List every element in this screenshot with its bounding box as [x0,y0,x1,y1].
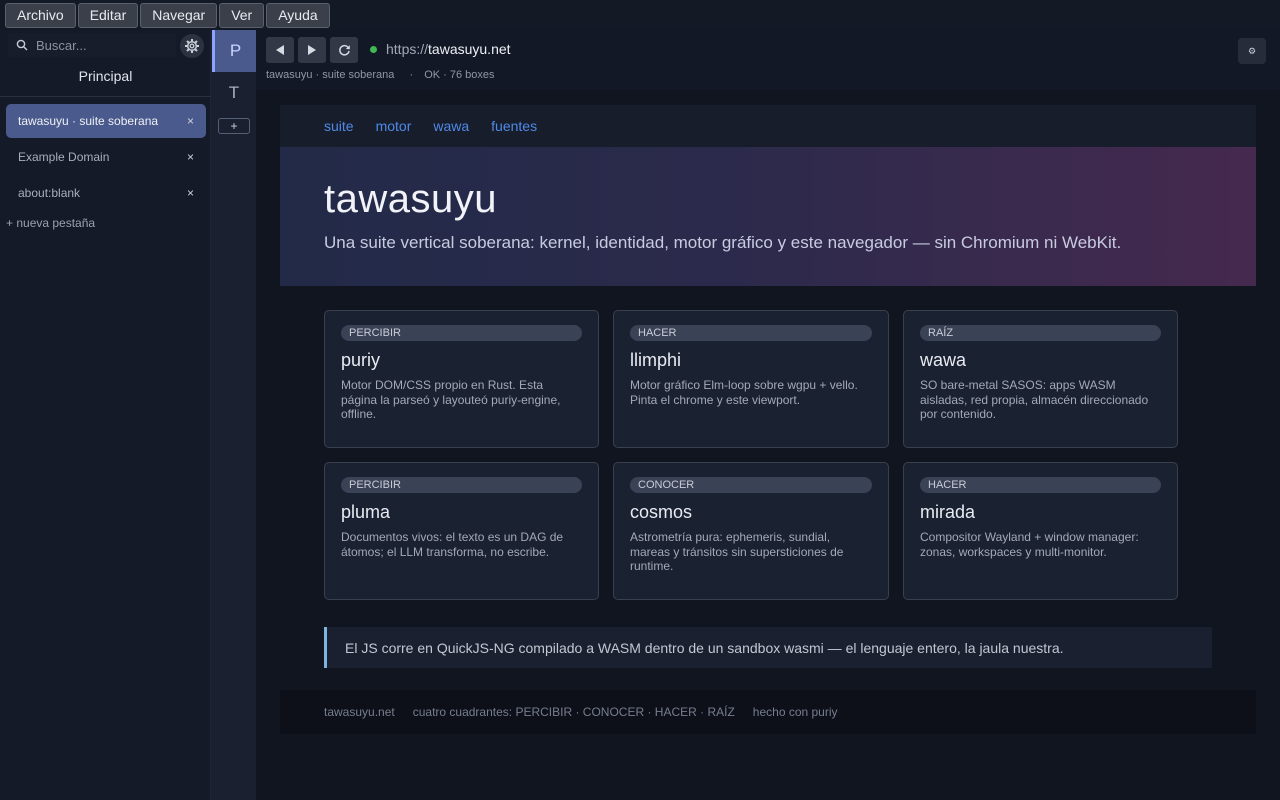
card-description: Compositor Wayland + window manager: zon… [920,530,1139,559]
card-pluma: PERCIBIR pluma Documentos vivos: el text… [324,462,599,600]
close-icon[interactable]: × [187,114,194,128]
sidebar-tab-example-domain[interactable]: Example Domain × [6,140,206,174]
search-row [8,32,204,58]
nav-link-wawa[interactable]: wawa [433,118,469,134]
back-arrow-icon [276,45,284,55]
tab-label: tawasuyu · suite soberana [18,114,159,128]
status-line: tawasuyu · suite soberana · OK · 76 boxe… [266,69,501,81]
card-title: wawa [920,350,967,370]
tab-label: Example Domain [18,150,110,164]
sidebar: Principal tawasuyu · suite soberana × Ex… [0,30,211,800]
web-page: suite motor wawa fuentes tawasuyu Una su… [280,105,1256,734]
hero-banner: tawasuyu Una suite vertical soberana: ke… [280,147,1256,286]
footer-quadrants: cuatro cuadrantes: PERCIBIR · CONOCER · … [412,705,735,719]
status-info: OK · 76 boxes [424,69,495,81]
card-cosmos: CONOCER cosmos Astrometría pura: ephemer… [613,462,889,600]
card-description: Astrometría pura: ephemeris, sundial, ma… [630,530,844,573]
card-tag: HACER [630,325,872,341]
card-tag: HACER [920,477,1161,493]
footer-site: tawasuyu.net [324,705,395,719]
url-host: tawasuyu.net [428,41,511,57]
search-box[interactable] [8,33,176,57]
reload-button[interactable] [330,37,358,63]
hero-title: tawasuyu [324,177,497,221]
sidebar-title: Principal [78,68,133,84]
extensions-button[interactable]: ⚙ [1238,38,1266,64]
card-llimphi: HACER llimphi Motor gráfico Elm-loop sob… [613,310,889,448]
sidebar-divider [0,96,211,97]
gear-icon [185,39,199,53]
card-title: mirada [920,502,976,522]
site-nav: suite motor wawa fuentes [280,105,1256,147]
card-mirada: HACER mirada Compositor Wayland + window… [903,462,1178,600]
quote-callout: El JS corre en QuickJS-NG compilado a WA… [324,627,1212,668]
hero-subtitle: Una suite vertical soberana: kernel, ide… [324,233,1122,252]
card-description: SO bare-metal SASOS: apps WASM aisladas,… [920,378,1149,421]
card-description: Documentos vivos: el texto es un DAG de … [341,530,564,559]
forward-button[interactable] [298,37,326,63]
menu-ayuda[interactable]: Ayuda [266,2,330,28]
menu-archivo[interactable]: Archivo [5,2,76,28]
page-footer: tawasuyu.net cuatro cuadrantes: PERCIBIR… [280,690,1256,734]
settings-button[interactable] [180,34,204,58]
card-tag: PERCIBIR [341,325,582,341]
tab-label: about:blank [18,186,81,200]
menu-editar[interactable]: Editar [77,2,139,28]
forward-arrow-icon [308,45,316,55]
rail-add-button[interactable]: + [218,118,250,134]
menubar: Archivo Editar Navegar Ver Ayuda [0,0,1280,30]
nav-link-fuentes[interactable]: fuentes [491,118,537,134]
menu-navegar[interactable]: Navegar [140,2,218,28]
sidebar-tab-about-blank[interactable]: about:blank × [6,176,206,210]
web-viewport: suite motor wawa fuentes tawasuyu Una su… [256,90,1280,800]
new-tab-link[interactable]: + nueva pestaña [6,216,95,230]
nav-link-suite[interactable]: suite [324,118,354,134]
close-icon[interactable]: × [187,186,194,200]
status-title: tawasuyu · suite soberana [266,69,395,81]
gear-icon: ⚙ [1247,45,1257,56]
card-title: puriy [341,350,381,370]
rail-button-p[interactable]: P [212,30,256,72]
footer-made-with: hecho con puriy [752,705,838,719]
search-icon [16,39,28,51]
rail-button-t[interactable]: T [212,72,256,114]
card-description: Motor DOM/CSS propio en Rust. Esta págin… [341,378,561,421]
close-icon[interactable]: × [187,150,194,164]
card-tag: PERCIBIR [341,477,582,493]
card-description: Motor gráfico Elm-loop sobre wgpu + vell… [630,378,858,407]
card-title: llimphi [630,350,682,370]
mode-rail: P T + [211,30,256,800]
url-scheme: https:// [386,41,429,57]
card-title: cosmos [630,502,693,522]
url-bar[interactable]: https://tawasuyu.net [386,41,511,57]
back-button[interactable] [266,37,294,63]
sidebar-tab-tawasuyu[interactable]: tawasuyu · suite soberana × [6,104,206,138]
card-tag: CONOCER [630,477,872,493]
secure-indicator [370,46,377,53]
card-grid: PERCIBIR puriy Motor DOM/CSS propio en R… [324,310,1179,600]
status-separator: · [409,69,414,81]
card-puriy: PERCIBIR puriy Motor DOM/CSS propio en R… [324,310,599,448]
card-title: pluma [341,502,391,522]
card-wawa: RAÍZ wawa SO bare-metal SASOS: apps WASM… [903,310,1178,448]
reload-icon [338,44,350,56]
card-tag: RAÍZ [920,325,1161,341]
menu-ver[interactable]: Ver [219,2,265,28]
nav-link-motor[interactable]: motor [376,118,412,134]
search-input[interactable] [36,37,166,53]
toolbar: https://tawasuyu.net tawasuyu · suite so… [256,30,1280,90]
